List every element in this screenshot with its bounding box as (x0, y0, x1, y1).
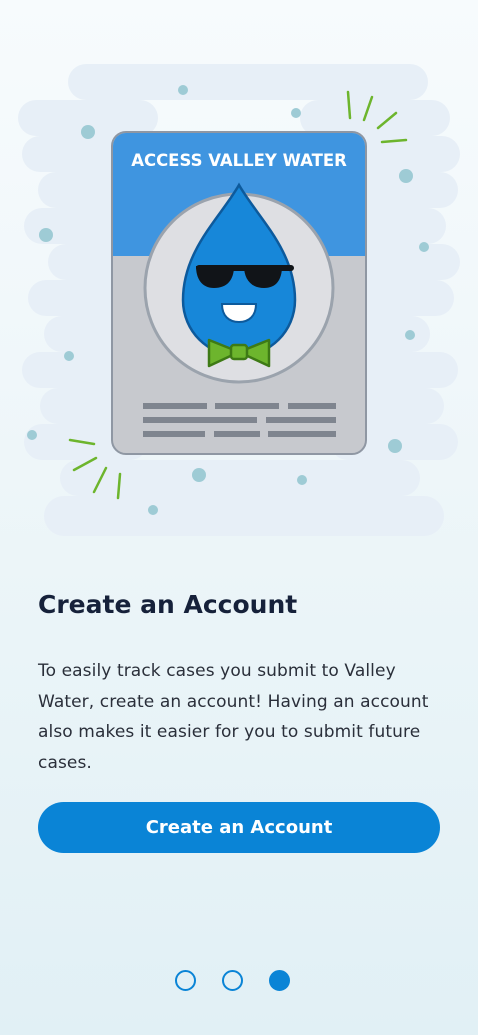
badge-text-lines (143, 403, 336, 437)
id-badge: ACCESS VALLEY WATER (111, 131, 367, 455)
pagination-dot-3[interactable] (269, 970, 290, 991)
pagination-dot-1[interactable] (175, 970, 196, 991)
page-title: Create an Account (38, 590, 298, 619)
badge-title: ACCESS VALLEY WATER (131, 151, 347, 170)
page-description: To easily track cases you submit to Vall… (38, 661, 429, 773)
create-account-button[interactable]: Create an Account (38, 802, 440, 853)
pagination-dots (175, 970, 290, 991)
pagination-dot-2[interactable] (222, 970, 243, 991)
illustration: ACCESS VALLEY WATER (18, 64, 460, 536)
